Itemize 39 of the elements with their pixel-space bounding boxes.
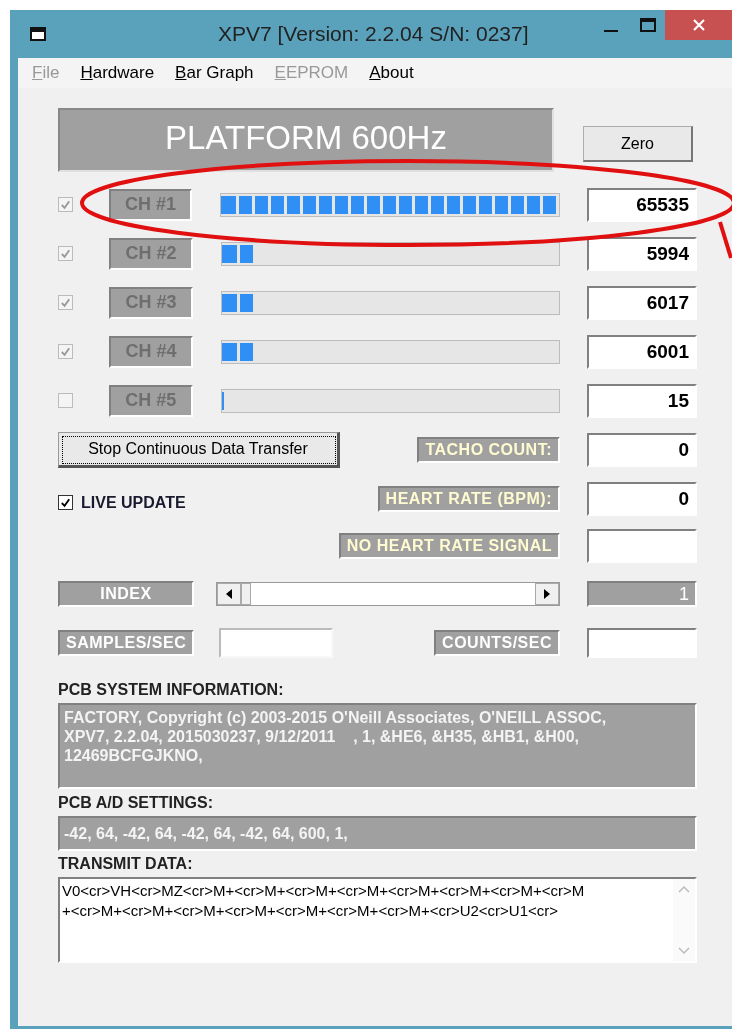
- minimize-icon: [604, 30, 618, 32]
- live-update-checkbox[interactable]: [58, 495, 73, 510]
- transmit-data-field[interactable]: V0<cr>VH<cr>MZ<cr>M+<cr>M+<cr>M+<cr>M+<cr>M+<cr>M+<cr>M+<cr>M +<cr>M+<cr>M+<cr>M+<cr>M+<cr>M+<cr>M+<cr>M+<cr>U2<cr>U1<cr>: [58, 877, 697, 963]
- heart-signal-status: NO HEART RATE SIGNAL: [338, 533, 560, 559]
- zero-button[interactable]: Zero: [583, 126, 693, 162]
- maximize-icon: [640, 18, 656, 32]
- channel-value: 6017: [587, 285, 697, 320]
- section-heading: TRANSMIT DATA:: [58, 855, 194, 873]
- tacho-count-label: TACHO COUNT:: [417, 437, 560, 463]
- window-title: XPV7 [Version: 2.2.04 S/N: 0237]: [218, 22, 529, 46]
- tacho-count-value: 0: [587, 433, 697, 467]
- samples-per-sec-field[interactable]: [219, 628, 334, 658]
- platform-title: PLATFORM 600Hz: [58, 108, 554, 172]
- menu-item[interactable]: Bar Graph: [175, 63, 254, 83]
- system-info-text: FACTORY, Copyright (c) 2003-2015 O'Neill Associates, O'NEILL ASSOC, XPV7, 2.2.04, 2015030237, 9/12/2011 , 1, &HE6, &H35, &HB1, &H00, 12469BCFGJKNO,: [58, 703, 697, 789]
- channel-value: 15: [587, 383, 697, 418]
- section-heading: PCB SYSTEM INFORMATION:: [58, 681, 285, 699]
- heart-rate-value: 0: [587, 481, 697, 516]
- index-value: 1: [587, 581, 697, 607]
- heart-rate-label: HEART RATE (BPM):: [377, 485, 560, 512]
- menu-item[interactable]: About: [369, 63, 414, 83]
- live-update-label: LIVE UPDATE: [81, 493, 186, 512]
- menu-item[interactable]: Hardware: [80, 63, 155, 83]
- index-label: INDEX: [58, 581, 194, 607]
- section-heading: PCB A/D SETTINGS:: [58, 794, 214, 812]
- counts-per-sec-label: COUNTS/SEC: [434, 630, 560, 656]
- channel-value: 5994: [587, 236, 697, 271]
- close-button[interactable]: [665, 10, 732, 40]
- channel-value: 65535: [587, 187, 697, 222]
- scroll-up-icon[interactable]: [678, 885, 690, 893]
- ad-settings-text: -42, 64, -42, 64, -42, 64, -42, 64, 600, 1,: [58, 816, 697, 851]
- channel-value: 6001: [587, 334, 697, 369]
- scroll-down-icon[interactable]: [678, 947, 690, 955]
- stop-transfer-button[interactable]: Stop Continuous Data Transfer: [58, 432, 340, 468]
- close-icon: [691, 18, 706, 32]
- app-icon: [30, 27, 46, 41]
- annotation-line: [718, 221, 732, 259]
- counts-per-sec-field[interactable]: [587, 628, 697, 658]
- samples-per-sec-label: SAMPLES/SEC: [58, 630, 195, 656]
